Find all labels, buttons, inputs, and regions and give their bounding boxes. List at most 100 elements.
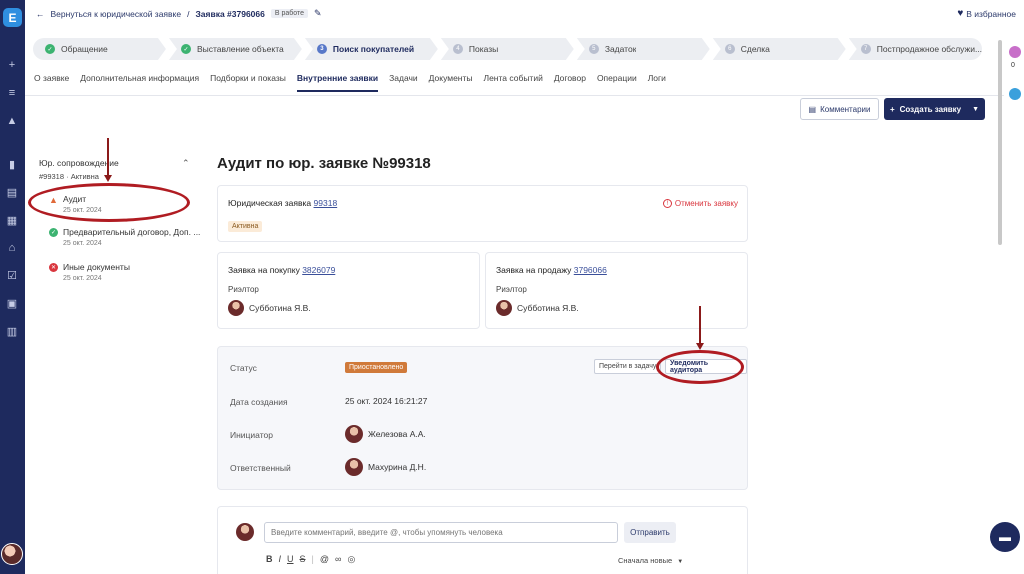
- legal-request-line: Юридическая заявка 99318: [228, 198, 337, 208]
- annotation-arrow-head: [696, 343, 704, 350]
- tab-bar: О заявке Дополнительная информация Подборк…: [34, 73, 666, 92]
- comment-card: Отправить B I U S | @ ∞ ◎ Сначала новые …: [217, 506, 748, 574]
- comments-button[interactable]: ▤ Комментарии: [800, 98, 879, 120]
- avatar: [345, 425, 363, 443]
- breadcrumb-separator: /: [187, 8, 190, 19]
- comment-input[interactable]: [264, 522, 618, 543]
- pipeline-step[interactable]: ✓ Выставление объекта: [169, 38, 302, 60]
- plus-icon: +: [889, 104, 895, 114]
- pipeline-step[interactable]: ✓ Обращение: [33, 38, 166, 60]
- pipeline-step[interactable]: 6 Сделка: [713, 38, 846, 60]
- initiator-name: Железова А.А.: [368, 429, 426, 439]
- purchase-request-link[interactable]: 3826079: [302, 265, 335, 275]
- chart-icon[interactable]: ▮: [5, 157, 19, 171]
- plus-icon[interactable]: +: [5, 58, 19, 72]
- edit-icon[interactable]: ✎: [314, 8, 322, 19]
- grid-icon[interactable]: ▦: [5, 213, 19, 227]
- realtor-role: Риэлтор: [496, 285, 527, 294]
- favorite-button[interactable]: ♥ В избранное: [957, 8, 1016, 19]
- tab[interactable]: Внутренние заявки: [296, 73, 379, 92]
- back-arrow-icon[interactable]: ←: [36, 9, 45, 19]
- back-link[interactable]: Вернуться к юридической заявке: [51, 9, 182, 19]
- step-number-icon: 5: [589, 44, 599, 54]
- created-label: Дата создания: [230, 397, 288, 407]
- tab[interactable]: Документы: [429, 73, 473, 92]
- annotation-arrow-line: [699, 306, 701, 344]
- favorite-label: В избранное: [966, 8, 1016, 19]
- purchase-request-label: Заявка на покупку: [228, 265, 300, 275]
- user-avatar[interactable]: [1, 543, 23, 565]
- italic-icon[interactable]: I: [279, 554, 282, 565]
- realtor-person[interactable]: Субботина Я.В.: [228, 300, 311, 316]
- tab[interactable]: Подборки и показы: [210, 73, 286, 92]
- tab[interactable]: Логи: [648, 73, 666, 92]
- toolbar-divider: |: [311, 554, 314, 564]
- legal-support-subtitle: #99318 · Активна: [39, 172, 99, 181]
- step-number-icon: 7: [860, 44, 871, 54]
- list-item-other-docs[interactable]: ✕ Иные документы 25 окт. 2024: [49, 262, 130, 282]
- pipeline-step[interactable]: 3 Поиск покупателей: [305, 38, 438, 60]
- calculator-icon[interactable]: ▥: [5, 324, 19, 338]
- realtor-person[interactable]: Субботина Я.В.: [496, 300, 579, 316]
- sale-request-card: Заявка на продажу 3796066 Риэлтор Суббот…: [485, 252, 748, 329]
- go-to-task-button[interactable]: Перейти в задачу: [594, 359, 662, 374]
- paused-badge: Приостановлено: [345, 362, 408, 373]
- initiator-label: Инициатор: [230, 430, 273, 440]
- home-icon[interactable]: ⌂: [5, 241, 19, 255]
- collapse-chevron-icon[interactable]: ⌃: [182, 158, 190, 169]
- info-icon[interactable]: [1009, 88, 1021, 100]
- scrollbar[interactable]: [998, 40, 1002, 245]
- strikethrough-icon[interactable]: S: [300, 554, 306, 565]
- breadcrumb: ← Вернуться к юридической заявке / Заявк…: [36, 8, 322, 19]
- realtor-role: Риэлтор: [228, 285, 259, 294]
- responsible-value[interactable]: Махурина Д.Н.: [345, 458, 426, 476]
- menu-icon[interactable]: ≡: [5, 86, 19, 100]
- annotation-circle-notify: [656, 350, 744, 384]
- tab[interactable]: О заявке: [34, 73, 69, 92]
- chat-icon[interactable]: ▬: [990, 522, 1020, 552]
- legal-request-link[interactable]: 99318: [314, 198, 338, 208]
- list-item-preliminary[interactable]: ✓ Предварительный договор, Доп. ... 25 о…: [49, 227, 200, 247]
- status-badge: В работе: [270, 9, 309, 18]
- avatar: [236, 523, 254, 541]
- send-button[interactable]: Отправить: [624, 522, 676, 543]
- bold-icon[interactable]: B: [266, 554, 273, 565]
- app-logo-icon[interactable]: E: [3, 8, 22, 27]
- tab[interactable]: Задачи: [389, 73, 418, 92]
- status-value: Приостановлено: [345, 362, 408, 373]
- step-number-icon: 4: [453, 44, 463, 54]
- document-icon[interactable]: ▤: [5, 185, 19, 199]
- pipeline-step[interactable]: 5 Задаток: [577, 38, 710, 60]
- annotation-arrow-head: [104, 175, 112, 182]
- people-icon[interactable]: [1009, 46, 1021, 58]
- embed-icon[interactable]: ◎: [347, 554, 355, 565]
- active-status-badge: Активна: [228, 221, 263, 232]
- cancel-request-label: Отменить заявку: [674, 199, 738, 208]
- pipeline-step-label: Поиск покупателей: [332, 44, 415, 54]
- annotation-arrow-line: [107, 138, 109, 176]
- tab[interactable]: Договор: [554, 73, 586, 92]
- purchase-request-card: Заявка на покупку 3826079 Риэлтор Суббот…: [217, 252, 480, 329]
- pipeline-step[interactable]: 4 Показы: [441, 38, 574, 60]
- cancel-request-button[interactable]: ! Отменить заявку: [662, 199, 738, 208]
- list-item-date: 25 окт. 2024: [63, 275, 102, 282]
- link-icon[interactable]: ∞: [335, 554, 341, 565]
- tab[interactable]: Операции: [597, 73, 637, 92]
- avatar: [345, 458, 363, 476]
- checklist-icon[interactable]: ☑: [5, 268, 19, 282]
- sale-request-link[interactable]: 3796066: [574, 265, 607, 275]
- tab[interactable]: Лента событий: [484, 73, 543, 92]
- create-request-label: Создать заявку: [899, 104, 962, 114]
- mention-icon[interactable]: @: [320, 554, 329, 565]
- pipeline-step[interactable]: 7 Постпродажное обслужи...: [848, 38, 983, 60]
- caret-down-icon: ▼: [677, 559, 684, 565]
- info-icon: !: [662, 199, 672, 208]
- sort-dropdown[interactable]: Сначала новые ▼: [618, 556, 683, 565]
- tab[interactable]: Дополнительная информация: [80, 73, 199, 92]
- bell-icon[interactable]: ▲: [5, 114, 19, 128]
- underline-icon[interactable]: U: [287, 554, 294, 565]
- initiator-value[interactable]: Железова А.А.: [345, 425, 426, 443]
- contacts-icon[interactable]: ▣: [5, 296, 19, 310]
- create-request-button[interactable]: + Создать заявку ▼: [884, 98, 985, 120]
- sale-request-label: Заявка на продажу: [496, 265, 572, 275]
